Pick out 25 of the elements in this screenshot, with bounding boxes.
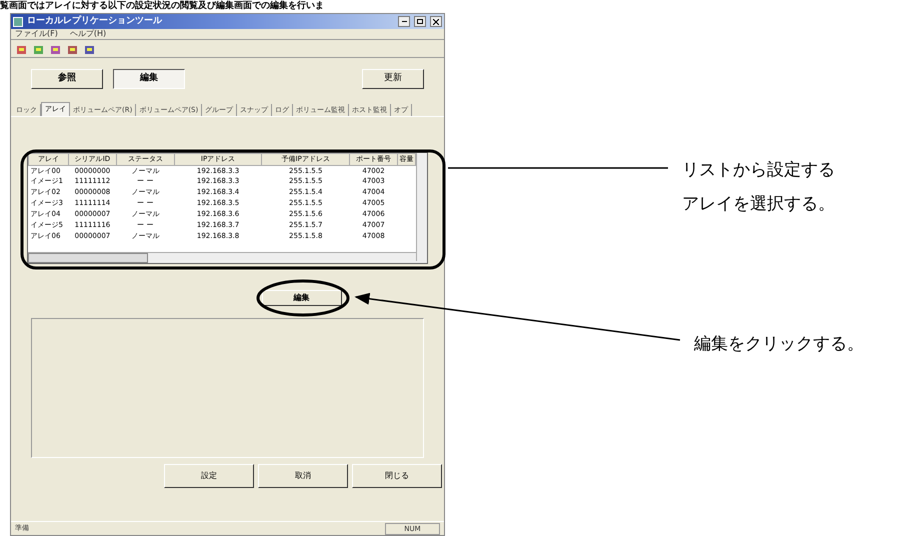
toolbar-icon[interactable] (15, 44, 28, 56)
maximize-button[interactable] (414, 16, 426, 27)
edit-button[interactable]: 編集 (262, 290, 342, 306)
mode-button[interactable]: 編集 (113, 69, 185, 89)
dialog-button[interactable]: 閉じる (352, 464, 442, 488)
page-heading: 覧画面ではアレイに対する以下の設定状況の閲覧及び編集画面での編集を行いま (0, 0, 324, 12)
close-button[interactable] (430, 16, 442, 27)
window-title: ローカルレプリケーションツール (27, 14, 162, 28)
menu-item[interactable]: ヘルプ(H) (70, 28, 106, 40)
horizontal-scrollbar[interactable] (28, 252, 427, 263)
toolbar-icon[interactable] (83, 44, 96, 56)
toolbar-icon[interactable] (66, 44, 79, 56)
vertical-scrollbar[interactable] (416, 153, 427, 261)
toolbar-icon[interactable] (32, 44, 45, 56)
app-icon (13, 16, 23, 26)
annotation-text: リストから設定する (682, 159, 835, 182)
toolbar-icon[interactable] (49, 44, 62, 56)
refresh-button[interactable]: 更新 (362, 69, 424, 89)
annotation-text: アレイを選択する。 (682, 192, 835, 216)
minimize-button[interactable] (398, 16, 410, 27)
menu-item[interactable]: ファイル(F) (15, 28, 58, 40)
mode-button[interactable]: 参照 (31, 69, 103, 89)
dialog-button[interactable]: 取消 (258, 464, 348, 488)
dialog-button[interactable]: 設定 (164, 464, 254, 488)
annotation-text: 編集をクリックする。 (694, 333, 864, 356)
